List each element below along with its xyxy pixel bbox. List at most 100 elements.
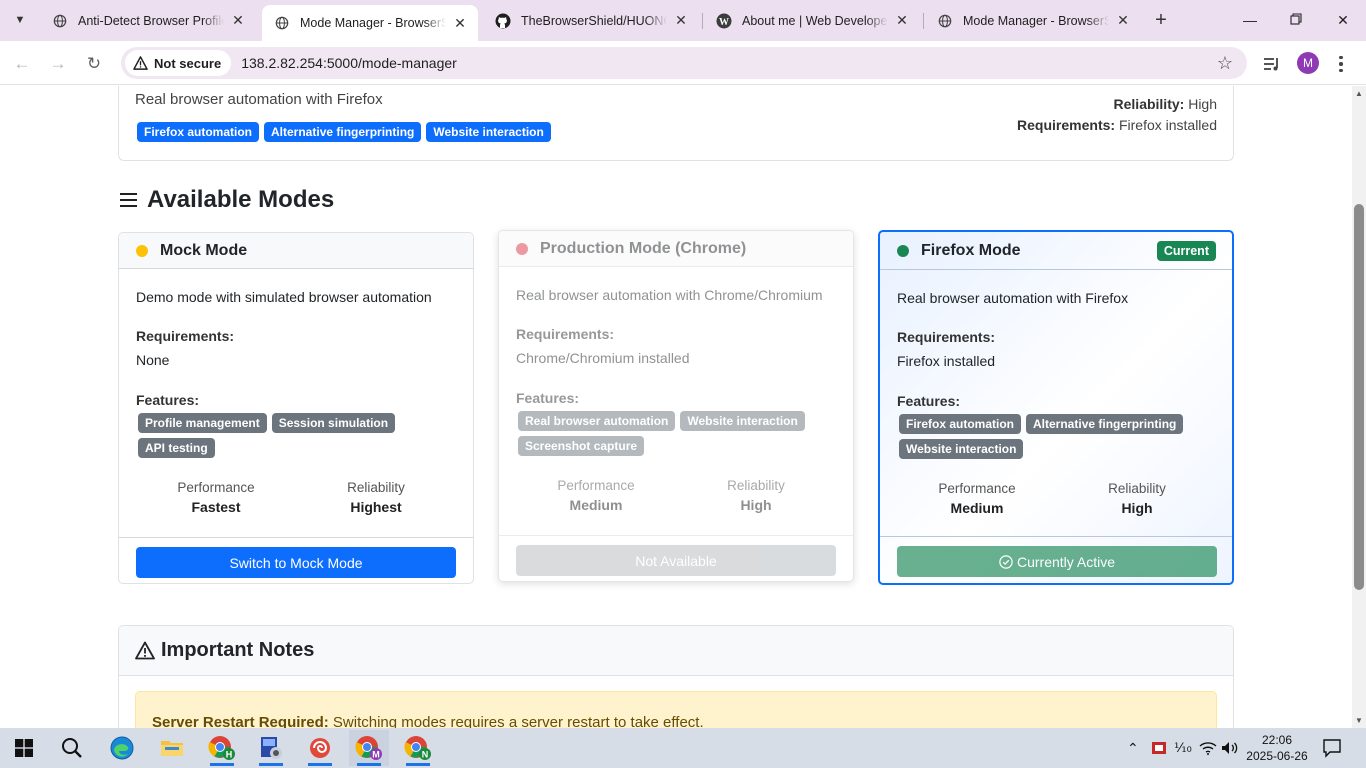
tab-about-me[interactable]: W About me | Web Developer & D ✕ bbox=[704, 6, 920, 35]
close-icon[interactable]: ✕ bbox=[673, 12, 689, 29]
tab-separator bbox=[923, 13, 924, 29]
antivirus-tray-icon[interactable] bbox=[1151, 728, 1167, 768]
mode-stats: Performance Fastest Reliability Highest bbox=[136, 480, 456, 515]
tab-title: Anti-Detect Browser Profile M bbox=[78, 13, 224, 28]
media-controls-icon[interactable] bbox=[1259, 51, 1285, 77]
close-icon: ✕ bbox=[1337, 11, 1349, 28]
tray-chevron-up-icon[interactable]: ⌃ bbox=[1127, 728, 1139, 768]
mode-card-firefox: Firefox Mode Current Real browser automa… bbox=[878, 230, 1234, 585]
input-method-icon[interactable]: ⅒ bbox=[1174, 728, 1192, 768]
file-explorer-icon[interactable] bbox=[152, 730, 192, 766]
close-icon[interactable]: ✕ bbox=[894, 12, 910, 29]
feature-badge: API testing bbox=[138, 438, 215, 458]
tab-github[interactable]: TheBrowserShield/HUONG_DA ✕ bbox=[483, 6, 699, 35]
switch-to-mock-button[interactable]: Switch to Mock Mode bbox=[136, 547, 456, 578]
reliability-value: High bbox=[740, 497, 772, 513]
feature-badge: Profile management bbox=[138, 413, 267, 433]
mode-description: Real browser automation with Firefox bbox=[897, 290, 1129, 306]
feature-badge: Session simulation bbox=[271, 413, 396, 433]
reliability-label: Reliability bbox=[347, 480, 405, 495]
page-scrollbar[interactable]: ▲ ▼ bbox=[1352, 86, 1366, 728]
active-label: Currently Active bbox=[1016, 553, 1116, 570]
profile-avatar[interactable]: M bbox=[1297, 52, 1319, 74]
tab-anti-detect[interactable]: Anti-Detect Browser Profile M ✕ bbox=[40, 6, 256, 35]
close-icon[interactable]: ✕ bbox=[1115, 12, 1131, 29]
security-indicator[interactable]: Not secure bbox=[125, 50, 232, 76]
alert-title: Server Restart Required: bbox=[152, 714, 329, 728]
wifi-icon[interactable] bbox=[1199, 728, 1217, 768]
feature-badge: Firefox automation bbox=[899, 414, 1022, 434]
feature-list: Real browser automation Website interact… bbox=[518, 411, 838, 456]
scroll-down-icon[interactable]: ▼ bbox=[1355, 716, 1363, 725]
tab-search-button[interactable]: ▼ bbox=[8, 8, 32, 32]
tab-mode-manager-active[interactable]: Mode Manager - BrowserShield ✕ bbox=[262, 5, 478, 41]
chrome-h-profile-icon[interactable]: H bbox=[202, 730, 242, 766]
tab-title: About me | Web Developer & D bbox=[742, 13, 888, 28]
avatar-initial: M bbox=[1303, 56, 1313, 70]
bookmark-star-icon[interactable]: ☆ bbox=[1217, 53, 1233, 74]
notification-center-icon[interactable] bbox=[1322, 738, 1342, 763]
globe-icon bbox=[937, 13, 953, 29]
clock-date: 2025-06-26 bbox=[1246, 749, 1308, 763]
requirements-label: Requirements: bbox=[1017, 117, 1116, 133]
features-label: Features: bbox=[897, 393, 961, 409]
chevron-down-icon: ▼ bbox=[14, 14, 26, 26]
mode-card-footer: Switch to Mock Mode bbox=[119, 537, 473, 583]
reliability-label: Reliability bbox=[727, 478, 785, 493]
app-swirl-icon[interactable] bbox=[300, 730, 340, 766]
close-icon[interactable]: ✕ bbox=[230, 12, 246, 29]
windows-start-icon[interactable] bbox=[4, 730, 44, 766]
mode-stats: Performance Medium Reliability High bbox=[516, 478, 836, 513]
back-button[interactable]: ← bbox=[8, 50, 36, 78]
reload-button[interactable]: ↻ bbox=[80, 50, 108, 78]
warning-triangle-icon bbox=[133, 56, 148, 70]
mode-card-mock: Mock Mode Demo mode with simulated brows… bbox=[118, 232, 474, 584]
minimize-button[interactable]: — bbox=[1227, 6, 1273, 34]
notes-title: Important Notes bbox=[161, 639, 315, 661]
reliability-label: Reliability bbox=[1108, 481, 1166, 496]
browser-toolbar: ← → ↻ Not secure 138.2.82.254:5000/mode-… bbox=[0, 41, 1366, 85]
scroll-thumb[interactable] bbox=[1354, 204, 1364, 590]
volume-icon[interactable] bbox=[1221, 728, 1239, 768]
section-title-text: Available Modes bbox=[147, 186, 335, 213]
edge-icon[interactable] bbox=[102, 730, 142, 766]
feature-badge: Alternative fingerprinting bbox=[264, 122, 422, 142]
network-tool-icon[interactable] bbox=[251, 730, 291, 766]
mode-card-footer: Currently Active bbox=[880, 536, 1232, 583]
clock-time: 22:06 bbox=[1261, 733, 1293, 747]
search-icon[interactable] bbox=[52, 730, 92, 766]
feature-badge: Screenshot capture bbox=[518, 436, 645, 456]
wordpress-icon: W bbox=[716, 13, 732, 29]
close-icon[interactable]: ✕ bbox=[452, 15, 468, 31]
performance-label: Performance bbox=[557, 478, 635, 493]
alert-text: Switching modes requires a server restar… bbox=[328, 714, 704, 728]
close-window-button[interactable]: ✕ bbox=[1320, 6, 1366, 34]
requirements-label: Requirements: bbox=[516, 326, 615, 342]
windows-taskbar: H M N ⌃ ⅒ 22:06 2025-06-26 bbox=[0, 728, 1366, 768]
current-mode-features: Firefox automation Alternative fingerpri… bbox=[137, 122, 551, 142]
url-text[interactable]: 138.2.82.254:5000/mode-manager bbox=[241, 55, 457, 71]
taskbar-clock[interactable]: 22:06 2025-06-26 bbox=[1238, 732, 1316, 764]
restore-button[interactable] bbox=[1273, 6, 1319, 34]
current-mode-card: Real browser automation with Firefox Fir… bbox=[118, 86, 1234, 161]
performance-value: Medium bbox=[950, 500, 1004, 516]
tab-mode-manager-2[interactable]: Mode Manager - BrowserShield ✕ bbox=[925, 6, 1141, 35]
github-icon bbox=[495, 13, 511, 29]
scroll-up-icon[interactable]: ▲ bbox=[1355, 89, 1363, 98]
tab-separator bbox=[702, 13, 703, 29]
not-available-button: Not Available bbox=[516, 545, 836, 576]
address-bar[interactable]: Not secure 138.2.82.254:5000/mode-manage… bbox=[121, 47, 1247, 79]
features-label: Features: bbox=[516, 390, 580, 406]
chrome-m-profile-icon[interactable]: M bbox=[349, 730, 389, 766]
requirements-value: Chrome/Chromium installed bbox=[516, 350, 690, 366]
new-tab-button[interactable]: + bbox=[1150, 9, 1172, 31]
forward-button[interactable]: → bbox=[44, 50, 72, 78]
browser-menu-button[interactable] bbox=[1334, 51, 1348, 77]
mode-name: Mock Mode bbox=[160, 241, 248, 259]
globe-icon bbox=[274, 15, 290, 31]
features-label: Features: bbox=[136, 392, 200, 408]
mode-card-production: Production Mode (Chrome) Real browser au… bbox=[498, 230, 854, 582]
chrome-n-profile-icon[interactable]: N bbox=[398, 730, 438, 766]
status-dot-icon bbox=[897, 244, 909, 257]
svg-text:M: M bbox=[372, 750, 380, 760]
